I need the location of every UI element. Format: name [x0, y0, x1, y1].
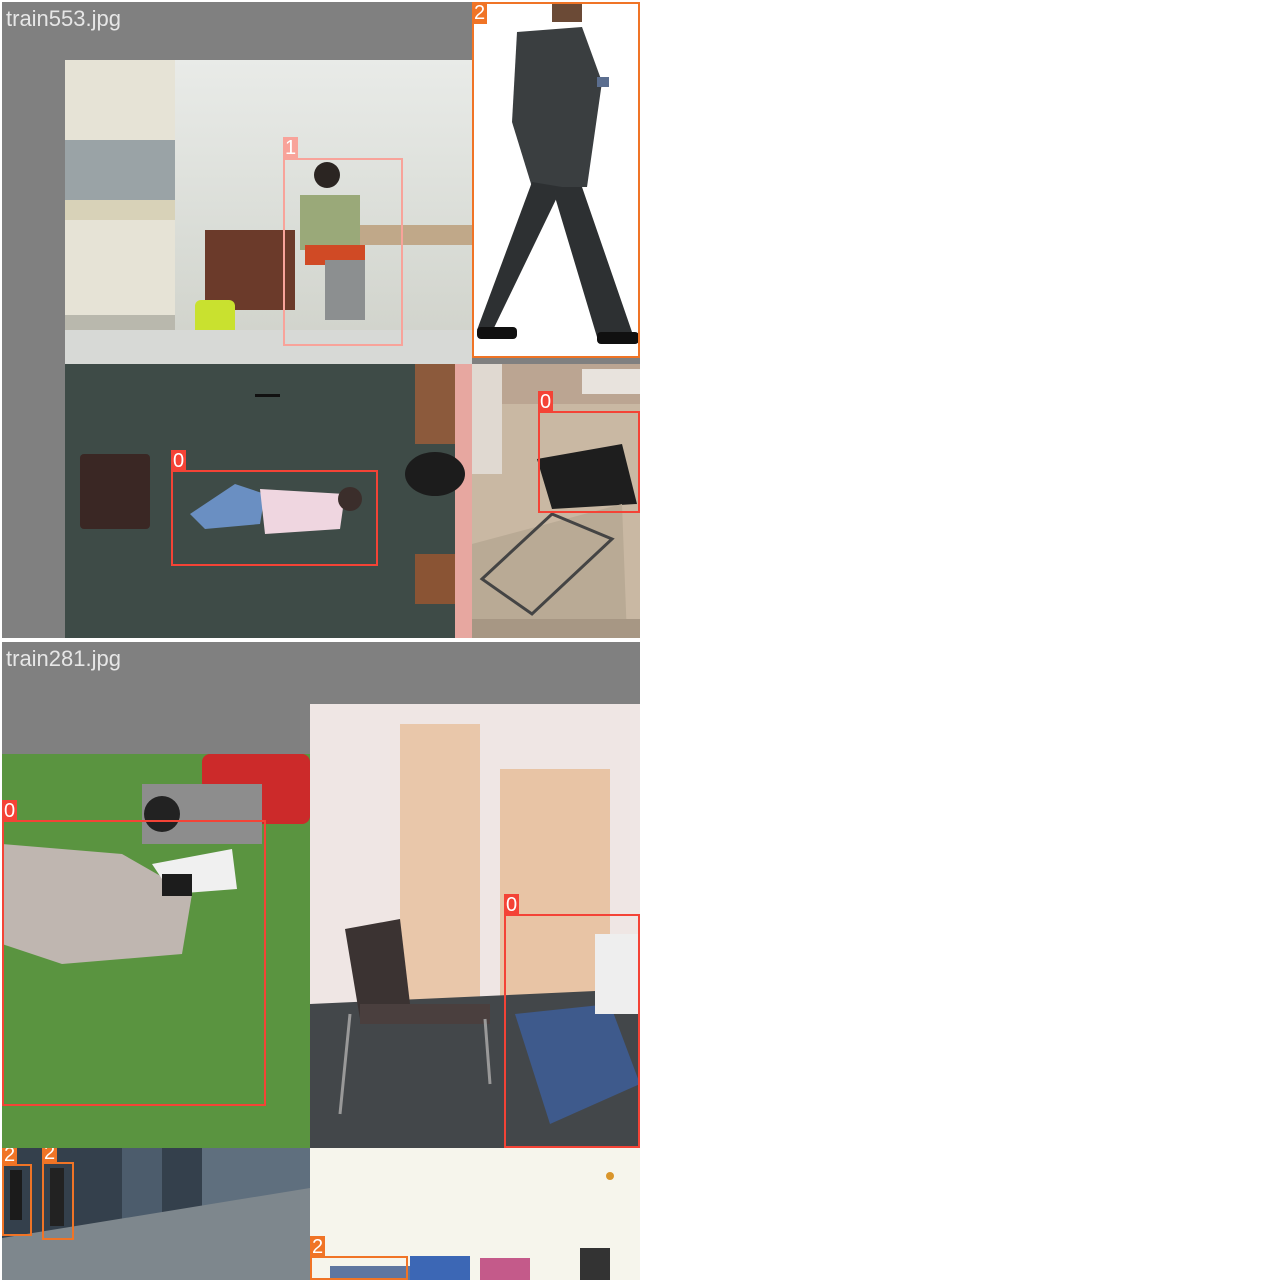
- photo-bright-room: 2: [310, 1148, 640, 1280]
- bbox-label: 2: [2, 1148, 18, 1166]
- bbox-class-2: [2, 1164, 32, 1236]
- photo-room-seated: 1: [65, 60, 472, 364]
- bbox-class-0: [538, 411, 640, 513]
- mosaic-train281: train281.jpg 0 0 2 2 2: [2, 642, 640, 1280]
- bbox-class-2: [42, 1162, 74, 1240]
- mosaic-title: train553.jpg: [6, 6, 121, 31]
- bbox-class-2: [310, 1256, 408, 1280]
- bbox-label: 0: [538, 391, 554, 413]
- photo-fallen-grass: 0: [2, 754, 310, 1148]
- bbox-label: 1: [283, 137, 299, 159]
- photo-room-chair: 0: [310, 704, 640, 1148]
- mosaic-train553: train553.jpg 1 2 0 0: [2, 2, 640, 638]
- bbox-label: 2: [310, 1236, 326, 1258]
- bbox-label: 0: [2, 800, 18, 822]
- photo-fallen-stairs: 0: [472, 364, 640, 638]
- bbox-label: 2: [472, 2, 488, 24]
- photo-room-seated-art: [65, 60, 472, 364]
- bbox-label: 0: [171, 450, 187, 472]
- bbox-class-0: [2, 820, 266, 1106]
- photo-fallen-carpet: 0: [65, 364, 472, 638]
- mosaic-title: train281.jpg: [6, 646, 121, 671]
- bbox-label: 0: [504, 894, 520, 916]
- bbox-class-0: [504, 914, 640, 1148]
- photo-walking-man: 2: [472, 2, 640, 358]
- bbox-class-0: [171, 470, 378, 566]
- bbox-label: 2: [42, 1148, 58, 1164]
- bbox-class-2: [472, 2, 640, 358]
- bbox-class-1: [283, 158, 403, 346]
- photo-street-walkers: 2 2: [2, 1148, 310, 1280]
